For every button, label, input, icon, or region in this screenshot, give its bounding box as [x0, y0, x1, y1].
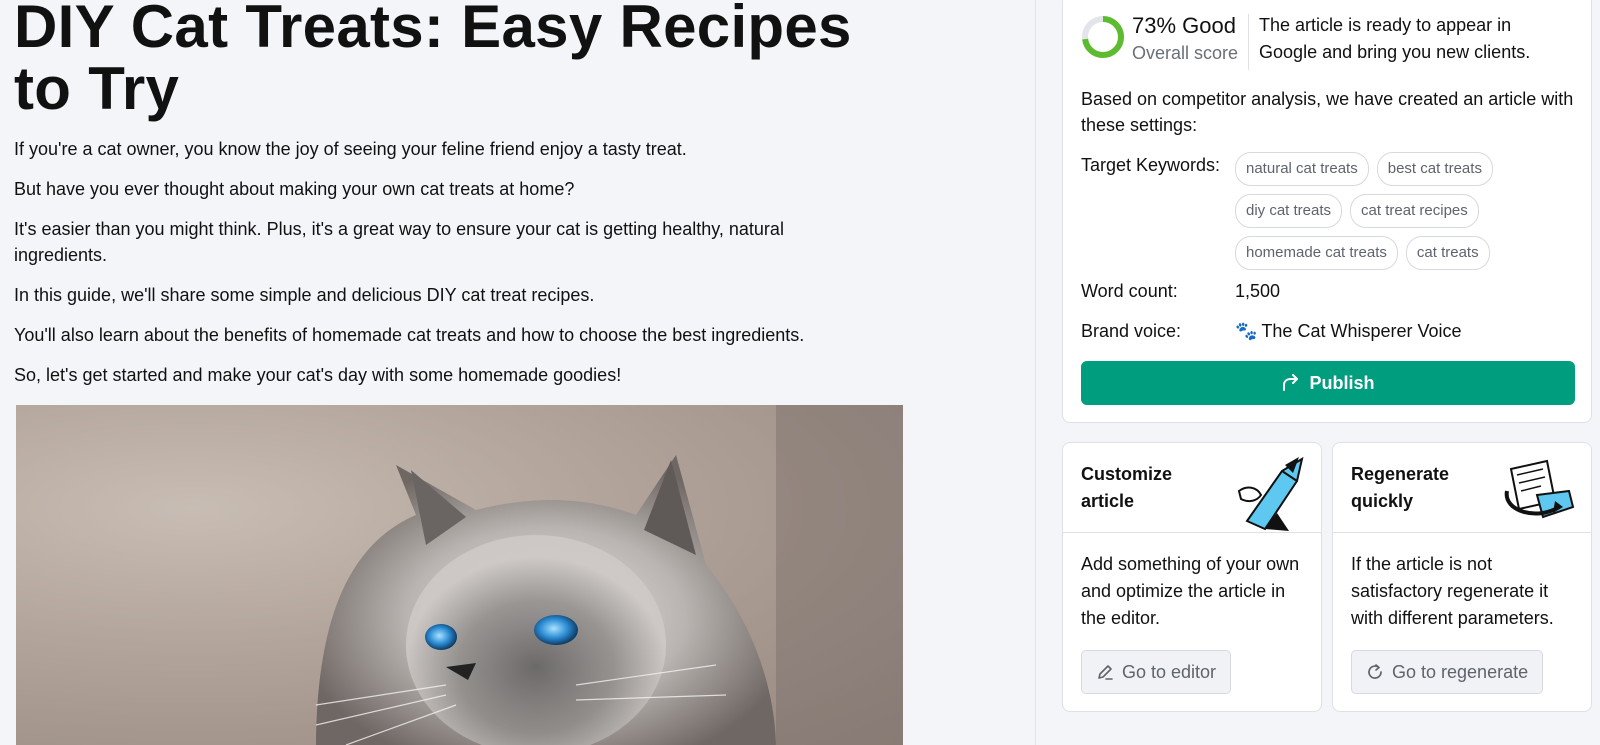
article-paragraph: It's easier than you might think. Plus, …	[14, 219, 784, 265]
settings-intro: Based on competitor analysis, we have cr…	[1081, 89, 1574, 135]
score-label: Overall score	[1132, 43, 1239, 63]
publish-label: Publish	[1309, 372, 1375, 393]
word-count-label: Word count:	[1081, 281, 1178, 301]
score-ring-icon	[1082, 16, 1124, 58]
customize-description: Add something of your own and optimize t…	[1081, 554, 1300, 628]
keyword-chip: best cat treats	[1376, 152, 1493, 186]
keyword-chip: natural cat treats	[1235, 152, 1369, 186]
publish-button[interactable]: Publish	[1081, 361, 1575, 405]
article-paragraph: But have you ever thought about making y…	[14, 179, 575, 199]
customize-card: Customize article Add something of your …	[1062, 442, 1322, 712]
keyword-chip: homemade cat treats	[1235, 236, 1398, 270]
regenerate-card: Regenerate quickly If the article is not…	[1332, 442, 1592, 712]
brand-voice-value: 🐾 The Cat Whisperer Voice	[1235, 318, 1462, 344]
article-paragraph: If you're a cat owner, you know the joy …	[14, 139, 687, 159]
go-to-editor-label: Go to editor	[1122, 661, 1217, 682]
keyword-chip: diy cat treats	[1235, 194, 1343, 228]
article-title: DIY Cat Treats: Easy Recipes to Try	[14, 0, 852, 122]
go-to-editor-button[interactable]: Go to editor	[1081, 650, 1232, 694]
cat-photo	[16, 405, 903, 745]
score-separator	[1248, 14, 1250, 70]
score-value: 73% Good	[1132, 13, 1236, 38]
brand-voice-text: The Cat Whisperer Voice	[1261, 321, 1462, 341]
article-paragraph: You'll also learn about the benefits of …	[14, 325, 805, 345]
cat-photo-illustration	[16, 405, 903, 745]
regenerate-card-header: Regenerate quickly	[1333, 443, 1591, 533]
pen-hand-illustration	[1237, 456, 1304, 531]
share-arrow-icon	[1283, 374, 1299, 391]
keyword-chip: cat treats	[1405, 236, 1490, 270]
score-texts: 73% Good Overall score	[1132, 12, 1238, 72]
keywords-list: natural cat treats best cat treats diy c…	[1235, 152, 1585, 270]
document-refresh-illustration	[1504, 459, 1575, 519]
keywords-label: Target Keywords:	[1081, 155, 1221, 175]
score-description: The article is ready to appear in Google…	[1259, 15, 1531, 62]
keyword-chip: cat treat recipes	[1350, 194, 1479, 228]
customize-title: Customize article	[1081, 464, 1173, 511]
word-count-value: 1,500	[1235, 281, 1281, 301]
paw-icon: 🐾	[1235, 321, 1258, 341]
go-to-regenerate-button[interactable]: Go to regenerate	[1351, 650, 1544, 694]
regenerate-description: If the article is not satisfactory regen…	[1351, 554, 1554, 628]
pencil-icon	[1098, 665, 1113, 680]
article-settings-card: 73% Good Overall score The article is re…	[1062, 0, 1592, 423]
article-paragraph: In this guide, we'll share some simple a…	[14, 285, 595, 305]
article-preview: DIY Cat Treats: Easy Recipes to Try If y…	[0, 0, 1035, 745]
regenerate-title: Regenerate quickly	[1351, 464, 1450, 511]
refresh-icon	[1368, 664, 1382, 679]
go-to-regenerate-label: Go to regenerate	[1392, 661, 1529, 682]
score-row: 73% Good Overall score The article is re…	[1081, 12, 1559, 72]
brand-voice-label: Brand voice:	[1081, 321, 1182, 341]
customize-card-header: Customize article	[1063, 443, 1321, 533]
article-paragraph: So, let's get started and make your cat'…	[14, 365, 622, 385]
